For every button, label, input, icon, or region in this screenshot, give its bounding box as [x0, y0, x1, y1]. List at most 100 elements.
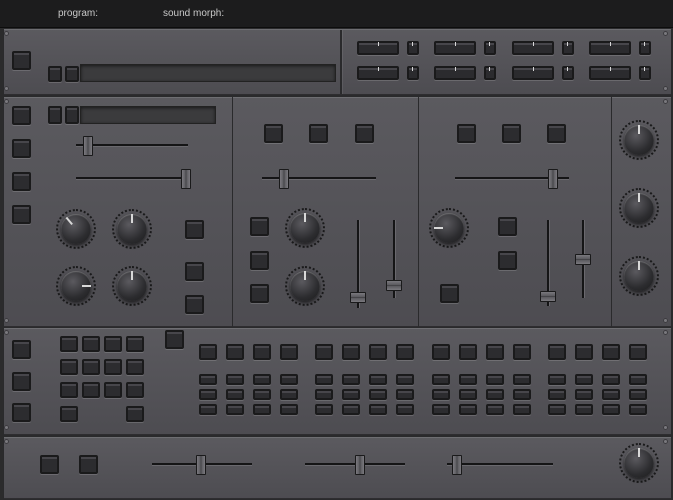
filter-fader-2-thumb[interactable]: [386, 280, 402, 291]
bank-select-button[interactable]: [562, 66, 574, 80]
step-cell[interactable]: [629, 389, 647, 400]
pad-button[interactable]: [60, 382, 78, 398]
bottom-slider-2-thumb[interactable]: [355, 455, 365, 475]
step-button[interactable]: [369, 344, 387, 360]
output-knob-1[interactable]: [619, 120, 659, 160]
pad-button[interactable]: [126, 406, 144, 422]
step-cell[interactable]: [513, 374, 531, 385]
bottom-slider-1-thumb[interactable]: [196, 455, 206, 475]
filter-button-3[interactable]: [355, 124, 374, 143]
step-cell[interactable]: [199, 374, 217, 385]
step-cell[interactable]: [226, 404, 244, 415]
step-button[interactable]: [432, 344, 450, 360]
step-cell[interactable]: [575, 374, 593, 385]
pad-button[interactable]: [104, 336, 122, 352]
program-next-button[interactable]: [65, 66, 79, 82]
filter-button-5[interactable]: [250, 251, 269, 270]
pad-button[interactable]: [82, 359, 100, 375]
seq-button-2[interactable]: [12, 372, 31, 391]
step-cell[interactable]: [226, 389, 244, 400]
env-fader-1-thumb[interactable]: [540, 291, 556, 302]
step-cell[interactable]: [315, 389, 333, 400]
step-cell[interactable]: [432, 404, 450, 415]
program-button[interactable]: [12, 51, 31, 70]
step-button[interactable]: [629, 344, 647, 360]
bank-button[interactable]: [512, 41, 554, 55]
filter-button-2[interactable]: [309, 124, 328, 143]
osc-button-4[interactable]: [12, 205, 31, 224]
pad-button[interactable]: [60, 406, 78, 422]
step-cell[interactable]: [459, 374, 477, 385]
env-button-6[interactable]: [440, 284, 459, 303]
step-cell[interactable]: [342, 404, 360, 415]
env-fader-2-thumb[interactable]: [575, 254, 591, 265]
step-cell[interactable]: [369, 404, 387, 415]
pad-button[interactable]: [126, 382, 144, 398]
osc-button-1[interactable]: [12, 106, 31, 125]
step-cell[interactable]: [486, 389, 504, 400]
step-cell[interactable]: [315, 404, 333, 415]
osc-button-6[interactable]: [185, 262, 204, 281]
filter-button-1[interactable]: [264, 124, 283, 143]
step-cell[interactable]: [459, 404, 477, 415]
bank-button[interactable]: [589, 41, 631, 55]
pad-button[interactable]: [82, 382, 100, 398]
step-cell[interactable]: [548, 374, 566, 385]
osc-knob-4[interactable]: [112, 266, 152, 306]
step-button[interactable]: [548, 344, 566, 360]
step-cell[interactable]: [253, 404, 271, 415]
step-cell[interactable]: [575, 389, 593, 400]
bank-select-button[interactable]: [407, 41, 419, 55]
step-button[interactable]: [253, 344, 271, 360]
step-cell[interactable]: [459, 389, 477, 400]
osc-button-7[interactable]: [185, 295, 204, 314]
bank-select-button[interactable]: [639, 66, 651, 80]
osc-prev-button[interactable]: [48, 106, 62, 124]
pad-button[interactable]: [60, 336, 78, 352]
filter-fader-1-thumb[interactable]: [350, 292, 366, 303]
bank-select-button[interactable]: [407, 66, 419, 80]
filter-knob-2[interactable]: [285, 266, 325, 306]
filter-slider-thumb[interactable]: [279, 169, 289, 189]
step-cell[interactable]: [280, 374, 298, 385]
step-cell[interactable]: [226, 374, 244, 385]
step-cell[interactable]: [513, 389, 531, 400]
step-button[interactable]: [396, 344, 414, 360]
bottom-button-1[interactable]: [40, 455, 59, 474]
step-cell[interactable]: [253, 389, 271, 400]
bottom-button-2[interactable]: [79, 455, 98, 474]
step-button[interactable]: [280, 344, 298, 360]
filter-button-4[interactable]: [250, 217, 269, 236]
step-button[interactable]: [459, 344, 477, 360]
env-button-5[interactable]: [498, 251, 517, 270]
bank-button[interactable]: [434, 41, 476, 55]
pad-button[interactable]: [82, 336, 100, 352]
env-button-4[interactable]: [498, 217, 517, 236]
step-button[interactable]: [226, 344, 244, 360]
step-cell[interactable]: [369, 374, 387, 385]
step-button[interactable]: [513, 344, 531, 360]
step-cell[interactable]: [253, 374, 271, 385]
step-cell[interactable]: [548, 404, 566, 415]
seq-button-4[interactable]: [165, 330, 184, 349]
env-button-2[interactable]: [502, 124, 521, 143]
bank-button[interactable]: [512, 66, 554, 80]
step-cell[interactable]: [315, 374, 333, 385]
step-cell[interactable]: [396, 404, 414, 415]
bank-select-button[interactable]: [562, 41, 574, 55]
step-cell[interactable]: [396, 389, 414, 400]
step-button[interactable]: [315, 344, 333, 360]
step-button[interactable]: [602, 344, 620, 360]
step-cell[interactable]: [432, 374, 450, 385]
step-cell[interactable]: [369, 389, 387, 400]
step-cell[interactable]: [513, 404, 531, 415]
bank-select-button[interactable]: [639, 41, 651, 55]
step-cell[interactable]: [342, 389, 360, 400]
step-cell[interactable]: [602, 389, 620, 400]
output-knob-3[interactable]: [619, 256, 659, 296]
osc-button-3[interactable]: [12, 172, 31, 191]
pad-button[interactable]: [104, 382, 122, 398]
env-knob-1[interactable]: [429, 208, 469, 248]
step-cell[interactable]: [486, 404, 504, 415]
seq-button-3[interactable]: [12, 403, 31, 422]
